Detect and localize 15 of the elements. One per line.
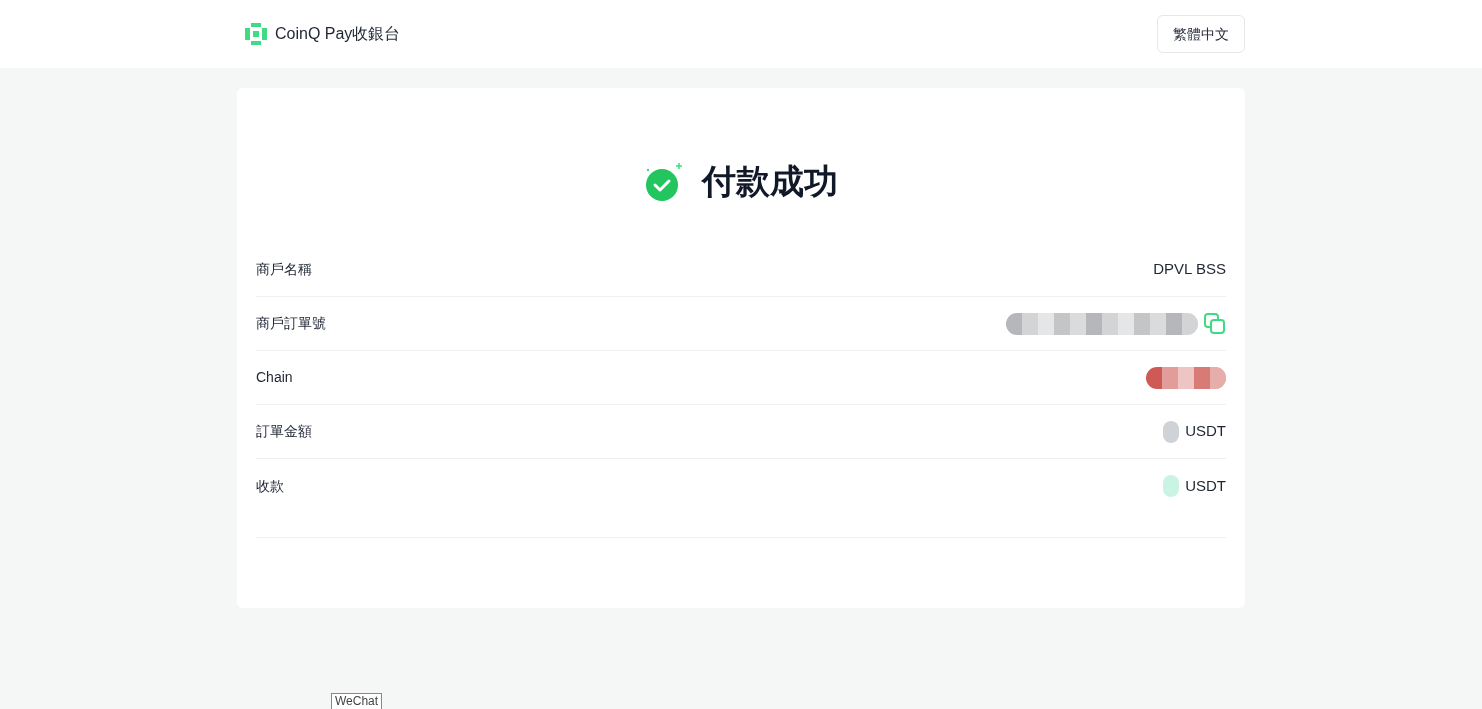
logo-icon <box>245 23 267 45</box>
currency-label: USDT <box>1185 475 1226 496</box>
field-value: DPVL BSS <box>1153 259 1226 280</box>
field-label: 商戶名稱 <box>256 260 312 279</box>
copy-icon[interactable] <box>1204 312 1226 335</box>
language-button[interactable]: 繁體中文 <box>1157 15 1245 53</box>
success-check-icon <box>644 160 684 203</box>
currency-label: USDT <box>1185 421 1226 442</box>
status-title: 付款成功 <box>702 161 838 202</box>
field-label: 商戶訂單號 <box>256 314 326 333</box>
field-label: Chain <box>256 368 293 387</box>
field-label: 訂單金額 <box>256 422 312 441</box>
tooltip: WeChat <box>331 693 383 709</box>
brand-title: CoinQ Pay收銀台 <box>275 24 401 44</box>
field-label: 收款 <box>256 476 284 496</box>
